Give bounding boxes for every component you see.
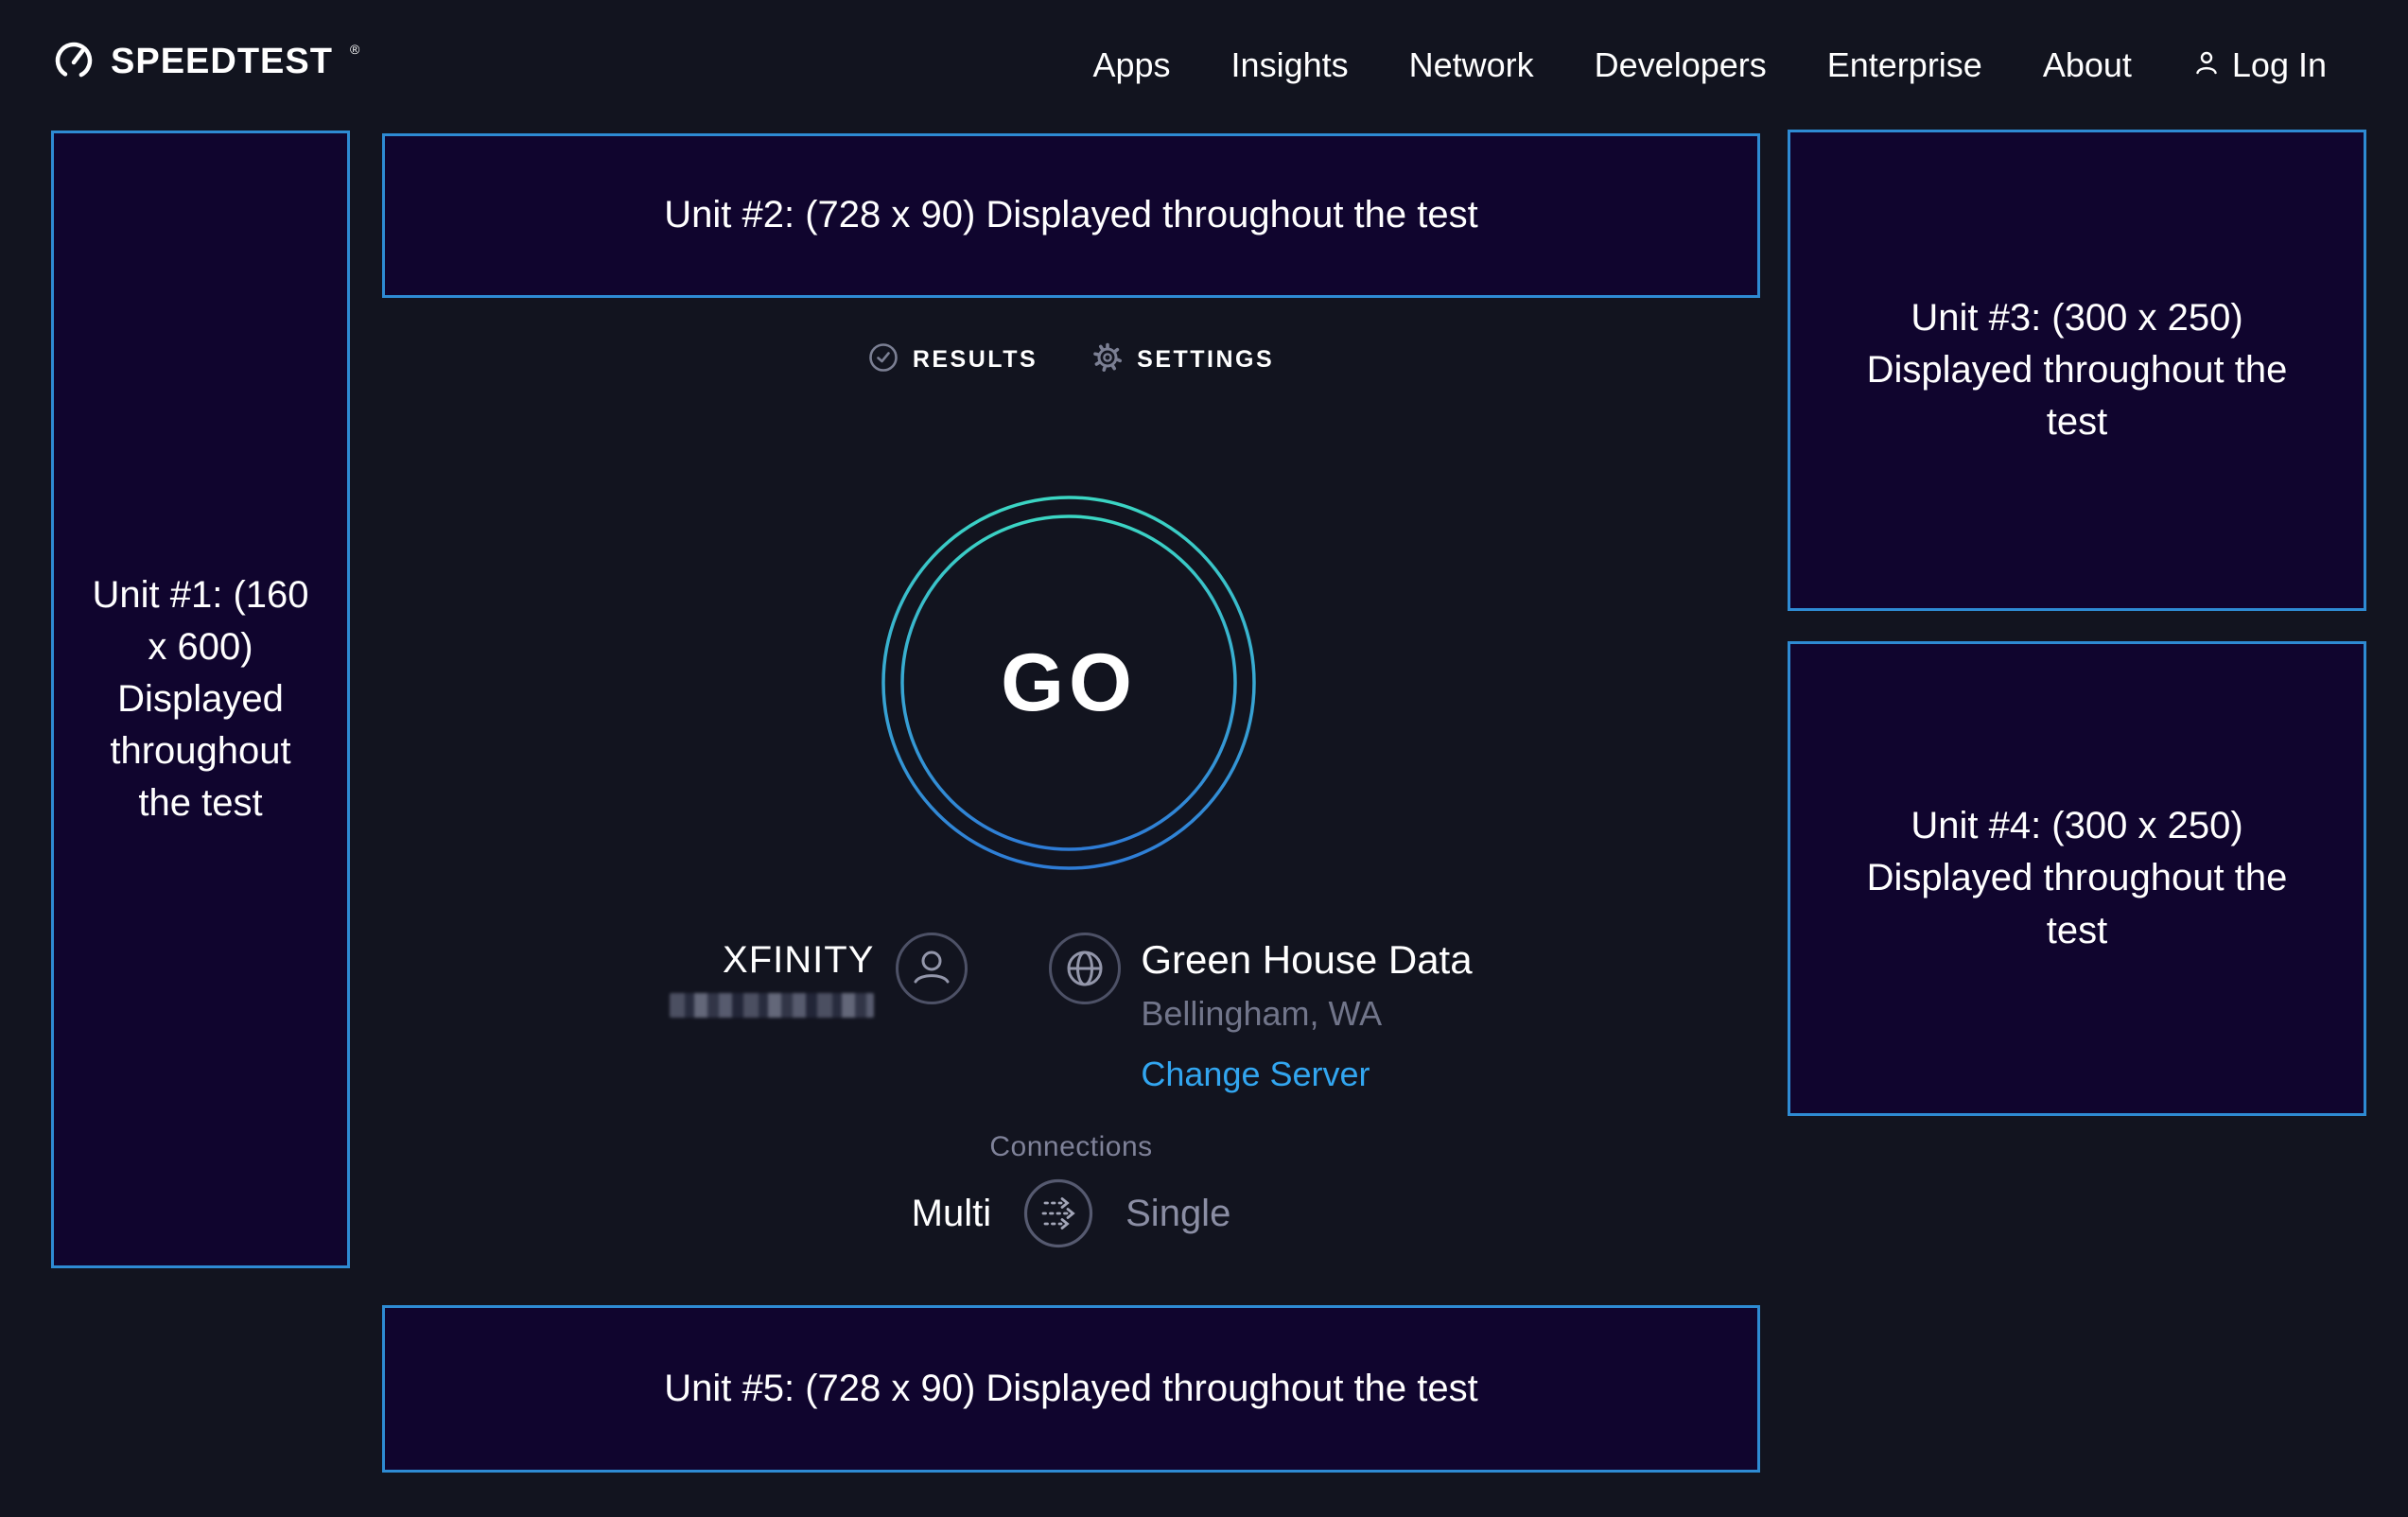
server-info: Green House Data Bellingham, WA Change S… xyxy=(1048,932,1472,1094)
nav-insights[interactable]: Insights xyxy=(1231,45,1349,85)
connections-label: Connections xyxy=(382,1131,1760,1163)
tab-results[interactable]: RESULTS xyxy=(868,342,1038,377)
logo-wordmark: SPEEDTEST xyxy=(111,42,333,82)
isp-info: XFINITY xyxy=(670,932,968,1018)
ad-unit-2-text: Unit #2: (728 x 90) Displayed throughout… xyxy=(664,189,1478,241)
gear-icon xyxy=(1092,342,1123,377)
tab-settings-label: SETTINGS xyxy=(1137,346,1274,374)
server-location: Bellingham, WA xyxy=(1141,994,1472,1034)
main-nav: Apps Insights Network Developers Enterpr… xyxy=(1092,45,2327,85)
connection-mode-single[interactable]: Single xyxy=(1125,1193,1230,1235)
connections-toggle-button[interactable] xyxy=(1023,1178,1093,1248)
test-meta-row: XFINITY Green Hous xyxy=(382,932,1760,1094)
ad-unit-3-rectangle: Unit #3: (300 x 250) Displayed throughou… xyxy=(1788,130,2366,611)
redacted-ip-address xyxy=(670,993,874,1018)
ad-unit-2-leaderboard: Unit #2: (728 x 90) Displayed throughout… xyxy=(382,133,1760,298)
isp-name: XFINITY xyxy=(723,939,874,982)
tab-results-label: RESULTS xyxy=(913,346,1038,374)
logo-trademark: ® xyxy=(350,42,359,57)
login-link[interactable]: Log In xyxy=(2192,45,2327,85)
connection-mode-multi[interactable]: Multi xyxy=(912,1193,991,1235)
server-name: Green House Data xyxy=(1141,937,1472,983)
server-globe-icon xyxy=(1048,932,1122,1010)
ad-unit-1-skyscraper: Unit #1: (160 x 600) Displayed throughou… xyxy=(51,131,350,1268)
nav-apps[interactable]: Apps xyxy=(1092,45,1170,85)
ad-unit-3-text: Unit #3: (300 x 250) Displayed throughou… xyxy=(1867,292,2288,449)
user-icon xyxy=(2192,45,2221,85)
speedometer-gauge-icon xyxy=(52,38,96,86)
go-button[interactable]: GO xyxy=(880,494,1258,872)
connections-section: Connections Multi xyxy=(382,1131,1760,1248)
login-label: Log In xyxy=(2232,45,2327,85)
check-circle-icon xyxy=(868,342,899,377)
change-server-link[interactable]: Change Server xyxy=(1141,1055,1370,1094)
results-settings-tabs: RESULTS xyxy=(382,342,1760,377)
tab-settings[interactable]: SETTINGS xyxy=(1092,342,1274,377)
ad-unit-5-text: Unit #5: (728 x 90) Displayed throughout… xyxy=(664,1363,1478,1415)
ad-unit-5-leaderboard: Unit #5: (728 x 90) Displayed throughout… xyxy=(382,1305,1760,1473)
nav-about[interactable]: About xyxy=(2043,45,2132,85)
speedtest-app: SPEEDTEST ® Apps Insights Network Develo… xyxy=(0,0,2408,1517)
ad-unit-1-text: Unit #1: (160 x 600) Displayed throughou… xyxy=(83,569,318,830)
go-label: GO xyxy=(880,494,1258,872)
ad-unit-4-rectangle: Unit #4: (300 x 250) Displayed throughou… xyxy=(1788,641,2366,1116)
isp-user-icon xyxy=(895,932,968,1010)
speedtest-logo[interactable]: SPEEDTEST ® xyxy=(52,38,358,86)
ad-unit-4-text: Unit #4: (300 x 250) Displayed throughou… xyxy=(1867,800,2288,957)
multi-connection-arrows-icon xyxy=(1023,1237,1093,1251)
nav-enterprise[interactable]: Enterprise xyxy=(1827,45,1982,85)
nav-developers[interactable]: Developers xyxy=(1595,45,1767,85)
nav-network[interactable]: Network xyxy=(1409,45,1534,85)
